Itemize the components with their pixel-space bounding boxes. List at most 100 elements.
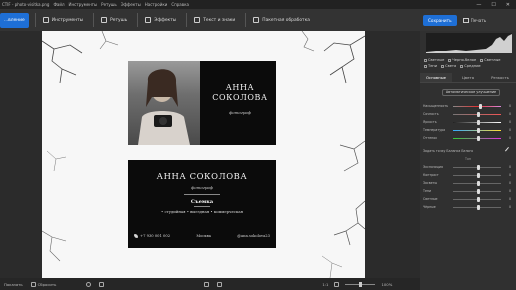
tab-basic[interactable]: Основные <box>420 73 452 82</box>
option-lightsb[interactable]: Света <box>441 64 456 68</box>
zoom-1to1-button[interactable]: 1:1 <box>322 282 328 287</box>
tone-section-title: Тон <box>465 157 471 161</box>
tone-slider-row: Светлые 0 <box>423 196 511 202</box>
social-handle: @ann.sokolova23 <box>237 234 270 238</box>
menu-retouch[interactable]: Ретушь <box>101 2 117 7</box>
slider-handle[interactable] <box>477 188 480 194</box>
reset-button[interactable]: Сбросить <box>30 281 56 287</box>
image-canvas[interactable]: АННА СОКОЛОВА фотограф АННА СОКОЛОВА фот… <box>42 31 365 278</box>
option-label: Светлые <box>428 58 445 62</box>
option-mids[interactable]: Средние <box>460 64 481 68</box>
slider-handle[interactable] <box>477 196 480 202</box>
tab-batch[interactable]: Пакетная обработка <box>249 13 314 28</box>
menu-settings[interactable]: Настройки <box>145 2 168 7</box>
checkbox[interactable] <box>441 64 445 68</box>
undo-icon <box>30 281 36 287</box>
tab-adjust[interactable]: ...вление <box>0 12 29 28</box>
slider-track[interactable] <box>453 127 501 133</box>
eye-button[interactable] <box>86 281 92 287</box>
zoom-track[interactable] <box>345 281 376 287</box>
slider-handle[interactable] <box>477 172 480 178</box>
business-card-front[interactable]: АННА СОКОЛОВА фотограф <box>128 61 276 145</box>
phone-icon <box>134 234 138 238</box>
clipping-options: Светлые Черно-белое Светлые <box>424 58 501 62</box>
business-card-back[interactable]: АННА СОКОЛОВА фотограф Съемка • студийна… <box>128 160 276 248</box>
slider-track[interactable] <box>453 188 501 194</box>
slider-handle[interactable] <box>477 204 480 210</box>
checkbox[interactable] <box>448 58 452 62</box>
save-button[interactable]: Сохранить <box>423 14 457 26</box>
slider-handle[interactable] <box>477 119 480 125</box>
slider-track[interactable] <box>453 204 501 210</box>
option-bw[interactable]: Черно-белое <box>448 58 476 62</box>
checkbox[interactable] <box>424 64 427 68</box>
tab-retouch[interactable]: Ретушь <box>97 13 131 28</box>
compare-button[interactable] <box>99 281 105 287</box>
divider-line <box>184 194 220 195</box>
menu-help[interactable]: Справка <box>171 2 189 7</box>
save-area: Сохранить Печать <box>420 9 516 31</box>
slider-label: Оттенок <box>423 136 438 140</box>
option-highlights[interactable]: Светлые <box>424 58 444 62</box>
view-toggle[interactable]: Показать <box>4 282 23 287</box>
tab-text[interactable]: Текст и знаки <box>190 13 239 28</box>
slider-track[interactable] <box>453 172 501 178</box>
tab-colors[interactable]: Цвета <box>452 73 484 82</box>
image-view-button[interactable] <box>204 281 210 287</box>
tone-slider-row: Тени 0 <box>423 188 511 194</box>
option-label: Светлые <box>484 58 501 62</box>
canvas-gutter <box>365 31 420 278</box>
divider-line <box>194 206 210 207</box>
retouch-icon <box>101 17 108 23</box>
slider-track[interactable] <box>453 196 501 202</box>
grid-button[interactable] <box>217 281 223 287</box>
fit-button[interactable] <box>334 281 340 287</box>
option-lights[interactable]: Светлые <box>480 58 501 62</box>
portrait-photo <box>128 61 200 145</box>
clipping-options-2: Тени Света Средние <box>424 64 481 68</box>
eyedropper-icon[interactable] <box>504 146 513 155</box>
option-shadows[interactable]: Тени <box>424 64 437 68</box>
slider-track[interactable] <box>453 111 501 117</box>
slider-label: Температура <box>423 128 446 132</box>
slider-label: Насыщенность <box>423 104 449 108</box>
toolbar-item-label: Ретушь <box>110 17 128 23</box>
slider-label: Тени <box>423 189 432 193</box>
compare-icon <box>99 281 105 287</box>
tab-sharpness[interactable]: Резкость <box>484 73 516 82</box>
minimize-button[interactable]: — <box>476 2 481 8</box>
slider-handle[interactable] <box>477 164 480 170</box>
toolbar-divider <box>245 13 247 27</box>
auto-enhance-button[interactable]: Автоматическое улучшение <box>442 89 500 96</box>
tab-effects[interactable]: Эффекты <box>141 13 180 28</box>
checkbox[interactable] <box>480 58 484 62</box>
slider-handle[interactable] <box>477 180 480 186</box>
menu-effects[interactable]: Эффекты <box>121 2 141 7</box>
checkbox[interactable] <box>460 64 464 68</box>
slider-handle[interactable] <box>477 111 480 117</box>
slider-handle[interactable] <box>477 127 480 133</box>
menu-file[interactable]: Файл <box>53 2 64 7</box>
tab-tools[interactable]: Инструменты <box>39 13 87 28</box>
white-balance-label: Задать точку Баланса Белого <box>423 148 474 153</box>
slider-track[interactable] <box>453 119 501 125</box>
print-button[interactable]: Печать <box>462 17 486 23</box>
slider-track[interactable] <box>453 103 501 109</box>
close-button[interactable]: ✕ <box>506 2 510 8</box>
slider-track[interactable] <box>453 135 501 141</box>
panel-tabs: Основные Цвета Резкость <box>420 73 516 83</box>
eye-icon <box>86 281 92 287</box>
slider-handle[interactable] <box>479 103 483 109</box>
slider-track[interactable] <box>453 164 501 170</box>
checkbox[interactable] <box>424 58 427 62</box>
slider-track[interactable] <box>453 180 501 186</box>
zoom-handle[interactable] <box>358 281 362 287</box>
slider-handle[interactable] <box>477 135 480 141</box>
slider-value: 0 <box>508 120 511 124</box>
menu-tools[interactable]: Инструменты <box>69 2 98 7</box>
option-label: Тени <box>428 64 438 68</box>
tone-slider-row: Контраст 0 <box>423 172 511 178</box>
maximize-button[interactable]: ☐ <box>491 2 495 8</box>
zoom-slider[interactable] <box>345 281 376 287</box>
toolbar-item-label: Пакетная обработка <box>262 17 310 23</box>
